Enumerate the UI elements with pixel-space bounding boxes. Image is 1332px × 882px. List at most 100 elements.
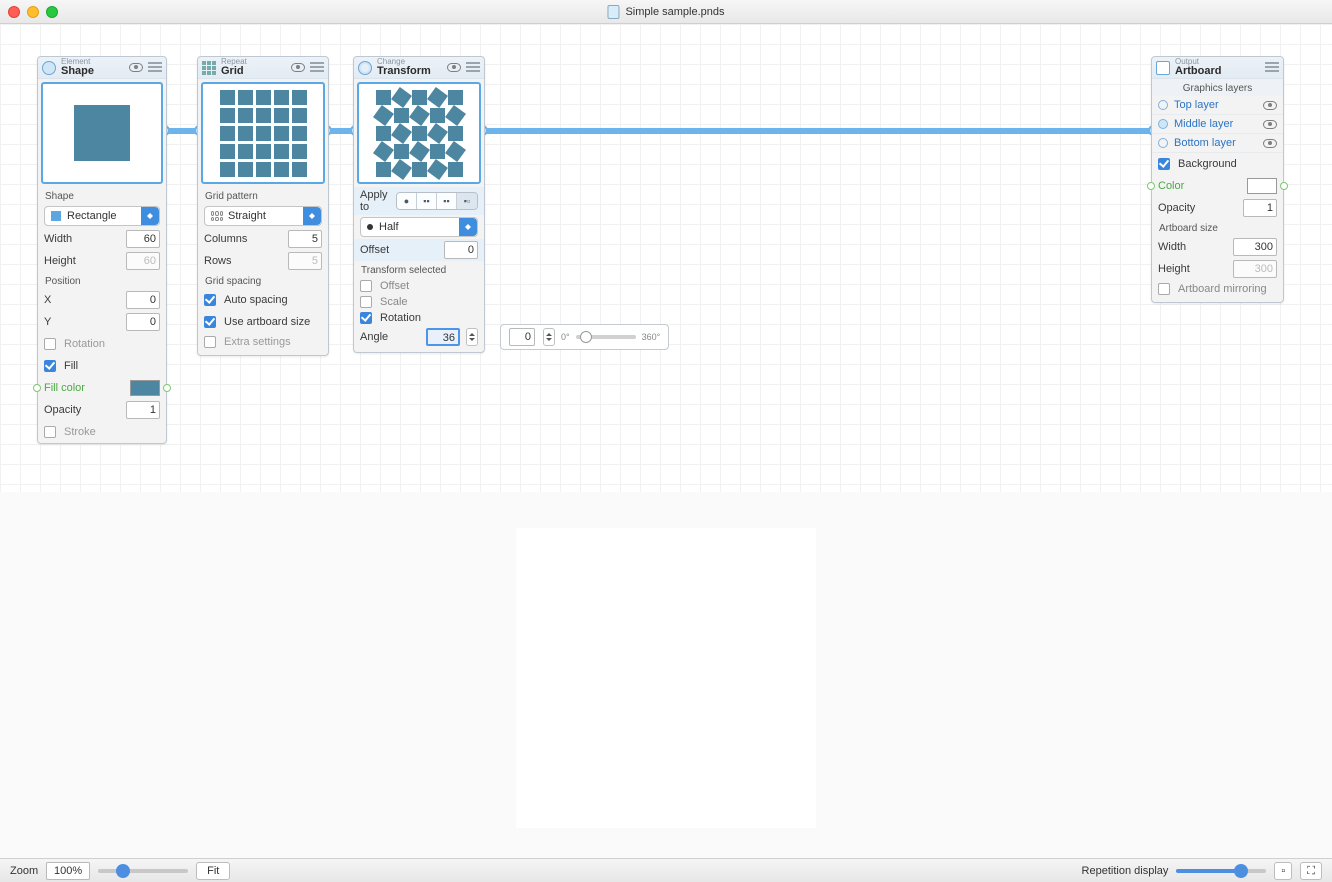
shape-panel[interactable]: ElementShape Shape Rectangle Width60 Hei… bbox=[37, 56, 167, 444]
artboard-panel[interactable]: OutputArtboard Graphics layers Top layer… bbox=[1151, 56, 1284, 303]
autospacing-checkbox[interactable] bbox=[204, 294, 216, 306]
visibility-icon[interactable] bbox=[447, 63, 461, 72]
view-tiled-button[interactable]: ⛶ bbox=[1300, 862, 1322, 880]
apply-segmented[interactable]: ●▪▪▪▪▪▫ bbox=[396, 192, 478, 210]
zoom-thumb[interactable] bbox=[116, 864, 130, 878]
layer-bottom[interactable]: Bottom layer bbox=[1152, 134, 1283, 153]
visibility-icon[interactable] bbox=[1263, 101, 1277, 110]
link-grid-transform[interactable] bbox=[326, 128, 356, 134]
width-input[interactable]: 60 bbox=[126, 230, 160, 248]
ab-height-input[interactable]: 300 bbox=[1233, 260, 1277, 278]
node-canvas[interactable]: ElementShape Shape Rectangle Width60 Hei… bbox=[0, 24, 1332, 492]
fill-checkbox[interactable] bbox=[44, 360, 56, 372]
visibility-icon[interactable] bbox=[129, 63, 143, 72]
traffic-lights bbox=[8, 6, 58, 18]
slider-track[interactable] bbox=[576, 335, 636, 339]
panel-header[interactable]: ChangeTransform bbox=[354, 57, 484, 79]
panel-header[interactable]: OutputArtboard bbox=[1152, 57, 1283, 79]
grid-icon bbox=[202, 61, 216, 75]
layer-name: Top layer bbox=[1174, 99, 1257, 111]
link-shape-grid[interactable] bbox=[164, 128, 200, 134]
fillcolor-label: Fill color bbox=[44, 382, 126, 394]
rotation-checkbox[interactable] bbox=[360, 312, 372, 324]
output-port[interactable] bbox=[163, 384, 171, 392]
size-section: Artboard size bbox=[1152, 219, 1283, 236]
fillcolor-swatch[interactable] bbox=[130, 380, 160, 396]
visibility-icon[interactable] bbox=[1263, 120, 1277, 129]
opacity-label: Opacity bbox=[1158, 202, 1239, 214]
x-input[interactable]: 0 bbox=[126, 291, 160, 309]
select-arrows-icon bbox=[459, 218, 477, 236]
layer-name: Middle layer bbox=[1174, 118, 1257, 130]
close-window-button[interactable] bbox=[8, 6, 20, 18]
fit-button[interactable]: Fit bbox=[196, 862, 230, 880]
panel-menu-icon[interactable] bbox=[148, 62, 162, 74]
visibility-icon[interactable] bbox=[1263, 139, 1277, 148]
layer-port[interactable] bbox=[1158, 119, 1168, 129]
panel-title: Grid bbox=[221, 66, 247, 77]
opacity-input[interactable]: 1 bbox=[1243, 199, 1277, 217]
input-port[interactable] bbox=[1147, 182, 1155, 190]
grid-panel[interactable]: RepeatGrid Grid pattern Straight Columns… bbox=[197, 56, 329, 356]
seg-half[interactable]: ▪▫ bbox=[457, 193, 477, 209]
color-swatch[interactable] bbox=[1247, 178, 1277, 194]
slider-value[interactable]: 0 bbox=[509, 328, 535, 346]
selected-section: Transform selected bbox=[354, 261, 484, 278]
repetition-thumb[interactable] bbox=[1234, 864, 1248, 878]
extra-checkbox[interactable] bbox=[204, 336, 216, 348]
spacing-section: Grid spacing bbox=[198, 272, 328, 289]
slider-thumb[interactable] bbox=[580, 331, 592, 343]
height-input[interactable]: 60 bbox=[126, 252, 160, 270]
columns-input[interactable]: 5 bbox=[288, 230, 322, 248]
offset-input[interactable]: 0 bbox=[444, 241, 478, 259]
layer-port[interactable] bbox=[1158, 138, 1168, 148]
extra-label: Extra settings bbox=[224, 336, 322, 348]
repetition-slider[interactable] bbox=[1176, 869, 1266, 873]
seg-col[interactable]: ▪▪ bbox=[437, 193, 457, 209]
layer-middle[interactable]: Middle layer bbox=[1152, 115, 1283, 134]
angle-slider-popover[interactable]: 0 0° 360° bbox=[500, 324, 669, 350]
panel-header[interactable]: ElementShape bbox=[38, 57, 166, 79]
view-single-button[interactable]: ▫ bbox=[1274, 862, 1292, 880]
transform-panel[interactable]: ChangeTransform Apply to ●▪▪▪▪▪▫ Half Of… bbox=[353, 56, 485, 353]
y-input[interactable]: 0 bbox=[126, 313, 160, 331]
input-port[interactable] bbox=[33, 384, 41, 392]
mirror-checkbox[interactable] bbox=[1158, 283, 1170, 295]
offset-cb-label: Offset bbox=[380, 280, 478, 292]
angle-input[interactable]: 36 bbox=[426, 328, 460, 346]
layer-port[interactable] bbox=[1158, 100, 1168, 110]
pattern-select[interactable]: Straight bbox=[204, 206, 322, 226]
bullet-icon bbox=[367, 224, 373, 230]
background-checkbox[interactable] bbox=[1158, 158, 1170, 170]
seg-all[interactable]: ● bbox=[397, 193, 417, 209]
shape-select[interactable]: Rectangle bbox=[44, 206, 160, 226]
pattern-preview-pane[interactable] bbox=[0, 492, 1332, 858]
slider-stepper[interactable] bbox=[543, 328, 555, 346]
ab-width-label: Width bbox=[1158, 241, 1229, 253]
preview-rect bbox=[74, 105, 130, 161]
apply-select[interactable]: Half bbox=[360, 217, 478, 237]
useartboard-checkbox[interactable] bbox=[204, 316, 216, 328]
seg-row[interactable]: ▪▪ bbox=[417, 193, 437, 209]
panel-menu-icon[interactable] bbox=[1265, 62, 1279, 74]
scale-checkbox[interactable] bbox=[360, 296, 372, 308]
minimize-window-button[interactable] bbox=[27, 6, 39, 18]
link-transform-artboard[interactable] bbox=[482, 128, 1154, 134]
zoom-slider[interactable] bbox=[98, 869, 188, 873]
zoom-value[interactable]: 100% bbox=[46, 862, 90, 880]
panel-menu-icon[interactable] bbox=[310, 62, 324, 74]
stroke-checkbox[interactable] bbox=[44, 426, 56, 438]
offset-checkbox[interactable] bbox=[360, 280, 372, 292]
layer-top[interactable]: Top layer bbox=[1152, 96, 1283, 115]
opacity-input[interactable]: 1 bbox=[126, 401, 160, 419]
panel-menu-icon[interactable] bbox=[466, 62, 480, 74]
zoom-window-button[interactable] bbox=[46, 6, 58, 18]
output-port[interactable] bbox=[1280, 182, 1288, 190]
panel-title: Transform bbox=[377, 66, 431, 77]
ab-width-input[interactable]: 300 bbox=[1233, 238, 1277, 256]
visibility-icon[interactable] bbox=[291, 63, 305, 72]
rows-input[interactable]: 5 bbox=[288, 252, 322, 270]
angle-stepper[interactable] bbox=[466, 328, 478, 346]
rotation-checkbox[interactable] bbox=[44, 338, 56, 350]
panel-header[interactable]: RepeatGrid bbox=[198, 57, 328, 79]
